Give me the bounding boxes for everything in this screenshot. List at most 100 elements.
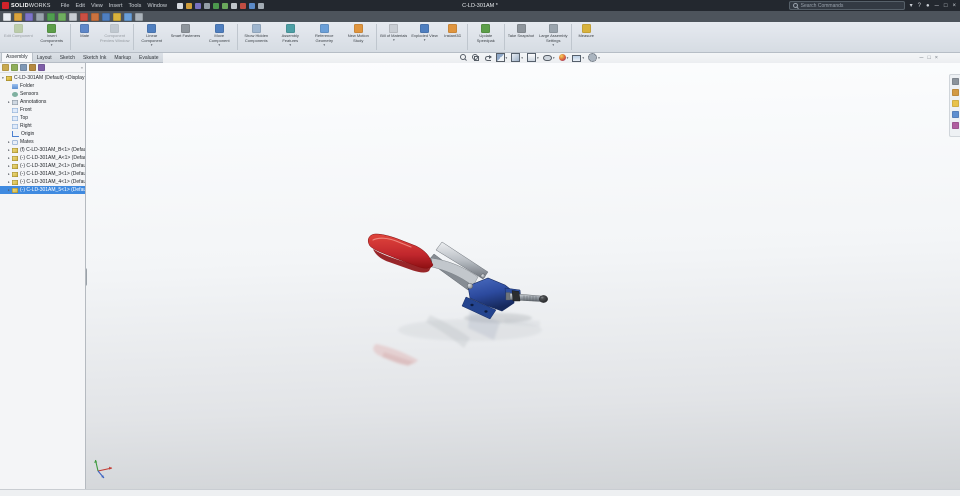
- 3d-model-canvas[interactable]: [85, 63, 960, 490]
- measure-toolbar-icon[interactable]: [113, 13, 121, 21]
- minimize-icon[interactable]: ─: [935, 3, 939, 9]
- menu-item[interactable]: Window: [147, 3, 167, 9]
- save-icon[interactable]: [195, 3, 201, 9]
- ribbon-separator[interactable]: [133, 24, 134, 50]
- large-assembly-settings-button[interactable]: Large Assembly Settings ▾: [536, 22, 570, 52]
- edit-component-button[interactable]: Edit Component: [2, 22, 35, 52]
- redo-icon[interactable]: [222, 3, 228, 9]
- ribbon-separator[interactable]: [376, 24, 377, 50]
- ribbon-separator[interactable]: [70, 24, 71, 50]
- ribbon-separator[interactable]: [237, 24, 238, 50]
- print-icon[interactable]: [204, 3, 210, 9]
- menu-item[interactable]: Tools: [129, 3, 142, 9]
- tree-item[interactable]: Sensors: [0, 90, 85, 98]
- new-motion-study-button[interactable]: New Motion Study: [341, 22, 375, 52]
- featuremanager-tab-icon[interactable]: [2, 64, 9, 71]
- measure-button[interactable]: Measure: [573, 22, 599, 52]
- new-file-icon[interactable]: [177, 3, 183, 9]
- ribbon-separator[interactable]: [571, 24, 572, 50]
- rebuild-icon[interactable]: [240, 3, 246, 9]
- tree-item[interactable]: ▸ (-) C-LD-301AM_4<1> (Default): [0, 178, 85, 186]
- insert-components-button[interactable]: Insert Components ▾: [35, 22, 69, 52]
- ribbon-tab[interactable]: Sketch: [56, 53, 79, 62]
- displaymanager-tab-icon[interactable]: [38, 64, 45, 71]
- dimxpertmanager-tab-icon[interactable]: [29, 64, 36, 71]
- propertymanager-tab-icon[interactable]: [11, 64, 18, 71]
- ribbon-tab[interactable]: Layout: [33, 53, 56, 62]
- component-preview-window-button[interactable]: Component Preview Window: [98, 22, 132, 52]
- settings-toolbar-icon[interactable]: [135, 13, 143, 21]
- update-speedpak-subassemblies-button[interactable]: Update Speedpak Subassemblies: [469, 22, 503, 52]
- spindle-hex-nut[interactable]: [512, 291, 520, 302]
- sketch-toolbar-icon[interactable]: [102, 13, 110, 21]
- toggle-clamp-model[interactable]: [368, 234, 547, 319]
- tree-item[interactable]: ▸ (f) C-LD-301AM_B<1> (Default): [0, 146, 85, 154]
- doc-restore-icon[interactable]: □: [927, 55, 930, 61]
- tree-item[interactable]: ▸ (-) C-LD-301AM_3<1> (Default): [0, 170, 85, 178]
- hide-show-items-icon[interactable]: ▾: [543, 54, 555, 61]
- ribbon-tab[interactable]: Sketch Ink: [79, 53, 110, 62]
- move-component-button[interactable]: Move Component ▾: [202, 22, 236, 52]
- view-settings-icon[interactable]: ▾: [588, 53, 600, 62]
- tree-item[interactable]: Top: [0, 114, 85, 122]
- edit-appearance-toolbar-icon[interactable]: [91, 13, 99, 21]
- search-dropdown-icon[interactable]: ▾: [910, 3, 913, 9]
- tree-item[interactable]: Right: [0, 122, 85, 130]
- menu-item[interactable]: Edit: [75, 3, 84, 9]
- undo-icon[interactable]: [213, 3, 219, 9]
- tree-item[interactable]: Origin: [0, 130, 85, 138]
- open-file-icon[interactable]: [186, 3, 192, 9]
- redo-action-icon[interactable]: [58, 13, 66, 21]
- ribbon-separator[interactable]: [504, 24, 505, 50]
- options-icon[interactable]: [258, 3, 264, 9]
- rebuild-model-icon[interactable]: [80, 13, 88, 21]
- file-explorer-icon[interactable]: [952, 100, 959, 107]
- zoom-to-area-icon[interactable]: [472, 54, 480, 61]
- menu-item[interactable]: Insert: [109, 3, 123, 9]
- ribbon-tab[interactable]: Markup: [110, 53, 135, 62]
- smart-fasteners-button[interactable]: Smart Fasteners: [169, 22, 203, 52]
- spindle-tip[interactable]: [539, 295, 547, 302]
- graphics-viewport[interactable]: [85, 63, 960, 490]
- help-icon[interactable]: ?: [918, 3, 921, 9]
- appearances-scenes-icon[interactable]: [952, 122, 959, 129]
- menu-item[interactable]: File: [61, 3, 70, 9]
- assembly-features-button[interactable]: Assembly Features ▾: [273, 22, 307, 52]
- tree-item[interactable]: Folder: [0, 82, 85, 90]
- tree-item[interactable]: ▸ (-) C-LD-301AM_A<1> (Default): [0, 154, 85, 162]
- section-view-icon[interactable]: ▾: [496, 53, 508, 62]
- show-hidden-components-button[interactable]: Show Hidden Components: [239, 22, 273, 52]
- select-icon[interactable]: [231, 3, 237, 9]
- configurationmanager-tab-icon[interactable]: [20, 64, 27, 71]
- reference-geometry-button[interactable]: Reference Geometry ▾: [307, 22, 341, 52]
- new-doc-icon[interactable]: [3, 13, 11, 21]
- open-doc-icon[interactable]: [14, 13, 22, 21]
- menu-item[interactable]: View: [91, 3, 103, 9]
- tree-item[interactable]: ▸ Annotations: [0, 98, 85, 106]
- section-toolbar-icon[interactable]: [124, 13, 132, 21]
- user-icon[interactable]: ●: [926, 3, 930, 9]
- tree-item[interactable]: ▸ (-) C-LD-301AM_2<1> (Default): [0, 162, 85, 170]
- linear-component-pattern-button[interactable]: Linear Component Pattern ▾: [135, 22, 169, 52]
- tree-item[interactable]: ▾ C-LD-301AM (Default) <Display Stat: [0, 74, 85, 82]
- bill-of-materials-button[interactable]: Bill of Materials ▾: [378, 22, 409, 52]
- apply-scene-icon[interactable]: ▾: [572, 54, 584, 62]
- maximize-icon[interactable]: □: [944, 3, 948, 9]
- previous-view-icon[interactable]: [484, 54, 492, 61]
- view-palette-icon[interactable]: [952, 111, 959, 118]
- tree-item[interactable]: Front: [0, 106, 85, 114]
- solidworks-resources-icon[interactable]: [952, 78, 959, 85]
- design-library-icon[interactable]: [952, 89, 959, 96]
- tree-item[interactable]: ▸ Mates: [0, 138, 85, 146]
- ribbon-separator[interactable]: [467, 24, 468, 50]
- display-style-icon[interactable]: ▾: [527, 53, 539, 62]
- tree-item[interactable]: ▸ (-) C-LD-301AM_5<1> (Default): [0, 186, 85, 194]
- undo-action-icon[interactable]: [47, 13, 55, 21]
- take-snapshot-button[interactable]: Take Snapshot: [506, 22, 536, 52]
- ribbon-tab[interactable]: Evaluate: [135, 53, 162, 62]
- panel-tabs-overflow-icon[interactable]: »: [81, 65, 83, 70]
- close-icon[interactable]: ×: [952, 3, 956, 9]
- file-properties-icon[interactable]: [249, 3, 255, 9]
- doc-close-icon[interactable]: ×: [935, 55, 938, 61]
- exploded-view-button[interactable]: Exploded View ▾: [409, 22, 439, 52]
